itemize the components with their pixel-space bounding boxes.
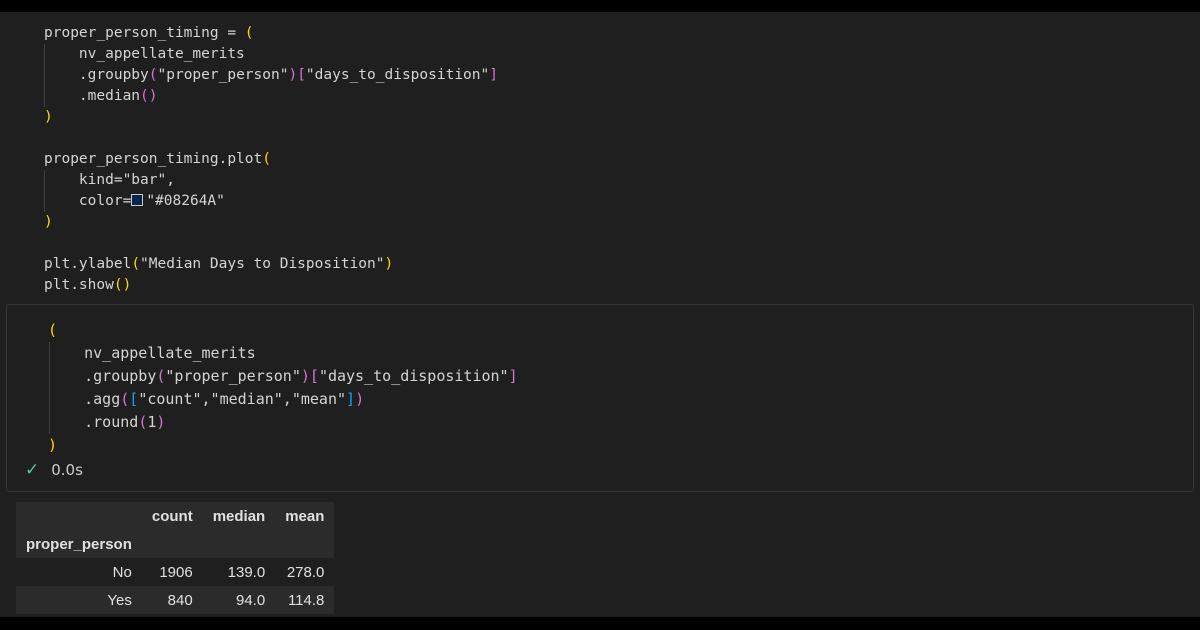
code-token: ( — [148, 67, 158, 83]
index-header-blank — [16, 502, 142, 530]
code-token: .groupby — [44, 67, 149, 83]
code-token: kind="bar", — [44, 172, 175, 188]
code-line: .median() — [44, 86, 498, 107]
table-header-row: count median mean — [16, 502, 335, 530]
table-cell: 139.0 — [227, 563, 266, 581]
index-name: proper_person — [26, 535, 132, 553]
code-token: ] — [508, 367, 518, 385]
code-token: .round — [48, 413, 139, 431]
code-token: ) — [300, 367, 310, 385]
code-token: color= — [44, 193, 132, 209]
code-token: [ — [309, 367, 319, 385]
code-token: proper_person_timing = — [44, 25, 245, 41]
code-token: "proper_person" — [165, 367, 301, 385]
code-token: ( — [262, 151, 271, 167]
code-token: .groupby — [48, 367, 157, 385]
code-line: .agg(["count","median","mean"]) — [48, 388, 518, 411]
code-token: .median — [44, 88, 141, 104]
code-token: ) — [44, 214, 53, 230]
code-line: plt.show() — [44, 275, 498, 296]
code-token: plt.ylabel — [44, 256, 132, 272]
code-token: "days_to_disposition" — [318, 367, 509, 385]
empty-cell — [203, 530, 276, 558]
code-token: ] — [489, 67, 498, 83]
code-line: .groupby("proper_person")["days_to_dispo… — [44, 65, 498, 86]
screenshot-stage: proper_person_timing = ( nv_appellate_me… — [0, 0, 1200, 630]
row-label: Yes — [107, 591, 132, 609]
empty-cell — [275, 530, 334, 558]
code-token: ( — [244, 25, 254, 41]
code-token: ] — [346, 390, 356, 408]
table-cell: 94.0 — [236, 591, 266, 609]
column-header: count — [151, 507, 193, 525]
code-line: nv_appellate_merits — [44, 44, 498, 65]
code-token: ( — [48, 321, 58, 339]
checkmark-icon: ✓ — [25, 460, 40, 480]
code-line: .groupby("proper_person")["days_to_dispo… — [48, 365, 518, 388]
code-line: .round(1) — [48, 411, 518, 434]
code-token: ) — [288, 67, 298, 83]
code-line: ) — [48, 434, 518, 457]
code-line: ) — [44, 107, 498, 128]
code-token: .agg — [48, 390, 121, 408]
column-header: median — [212, 507, 266, 525]
table-row: Yes 840 94.0 114.8 — [16, 586, 335, 614]
code-token: "#08264A" — [146, 193, 225, 209]
code-line: ( — [48, 319, 518, 342]
code-token: ) — [384, 256, 394, 272]
table-row: No 1906 139.0 278.0 — [16, 558, 334, 586]
code-token: nv_appellate_merits — [48, 344, 256, 362]
code-cell-agg[interactable]: ( nv_appellate_merits .groupby("proper_p… — [6, 304, 1194, 492]
code-token: () — [113, 277, 132, 293]
code-token: nv_appellate_merits — [44, 46, 245, 62]
code-token: ( — [138, 413, 148, 431]
table-cell: 840 — [167, 591, 193, 609]
row-label: No — [112, 563, 132, 581]
notebook-editor: proper_person_timing = ( nv_appellate_me… — [0, 12, 1200, 617]
code-token: plt.show — [44, 277, 114, 293]
execution-status: ✓ 0.0s — [25, 460, 83, 480]
code-token: ) — [44, 109, 53, 125]
table-cell: 278.0 — [286, 563, 325, 581]
index-name-row: proper_person — [16, 530, 335, 558]
code-line: plt.ylabel("Median Days to Disposition") — [44, 254, 498, 275]
code-token: [ — [129, 390, 139, 408]
code-token: ) — [48, 436, 58, 454]
code-token: ) — [355, 390, 365, 408]
table-cell: 114.8 — [287, 591, 325, 609]
code-line: proper_person_timing.plot( — [44, 149, 498, 170]
code-token: "days_to_disposition" — [305, 67, 490, 83]
code-line: color= "#08264A" — [44, 191, 498, 212]
code-token: proper_person_timing.plot — [44, 151, 263, 167]
code-token: () — [140, 88, 158, 104]
color-swatch-icon[interactable] — [131, 194, 144, 206]
output-dataframe: count median mean proper_person No 1906 … — [16, 502, 335, 614]
code-token: [ — [297, 67, 306, 83]
code-editor[interactable]: ( nv_appellate_merits .groupby("proper_p… — [48, 319, 518, 457]
code-token: "proper_person" — [157, 67, 289, 83]
column-header: mean — [285, 507, 325, 525]
code-line: proper_person_timing = ( — [44, 23, 498, 44]
table-cell: 1906 — [159, 563, 193, 581]
code-line: kind="bar", — [44, 170, 498, 191]
empty-cell — [142, 530, 203, 558]
code-line: nv_appellate_merits — [48, 342, 518, 365]
code-cell-plot[interactable]: proper_person_timing = ( nv_appellate_me… — [6, 12, 1192, 297]
code-editor[interactable]: proper_person_timing = ( nv_appellate_me… — [44, 23, 498, 296]
code-token: ( — [131, 256, 141, 272]
code-token: ( — [120, 390, 130, 408]
execution-time: 0.0s — [51, 461, 83, 479]
code-token: ) — [156, 413, 166, 431]
code-line: ) — [44, 212, 498, 233]
code-token: "count","median","mean" — [138, 390, 347, 408]
code-token: "Median Days to Disposition" — [140, 256, 385, 272]
